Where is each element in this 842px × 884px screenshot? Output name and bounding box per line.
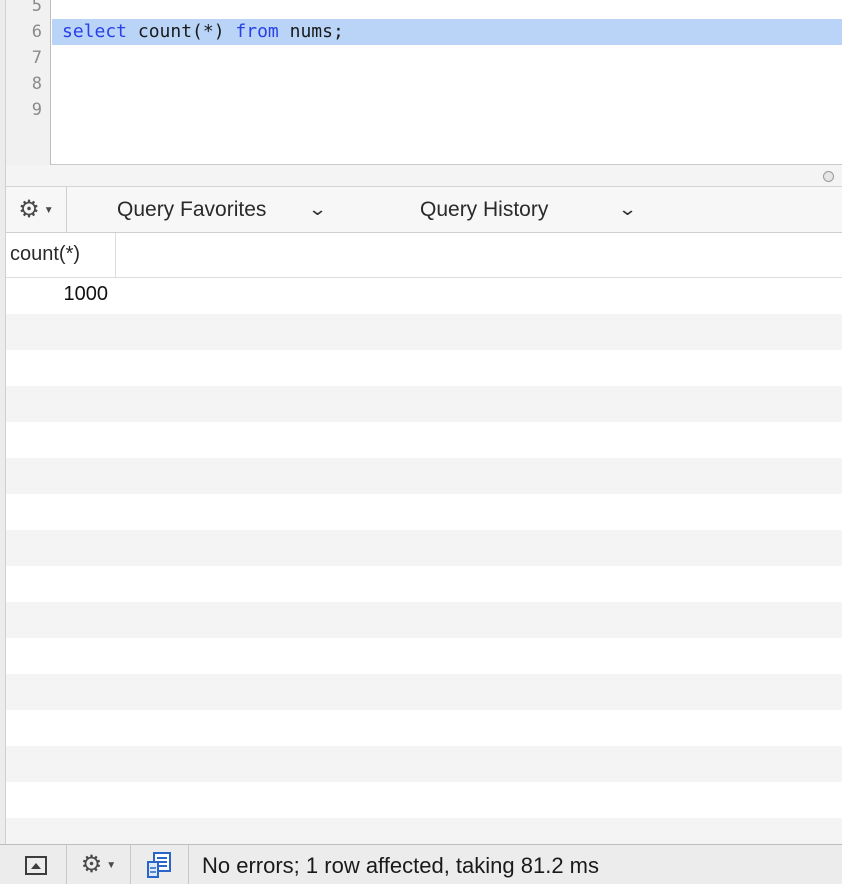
- table-row[interactable]: [6, 350, 842, 386]
- app-window: 5 6 7 8 9 select count(*) from nums; ⚙ ▼ Que…: [0, 0, 842, 884]
- query-history-label: Query History: [420, 198, 549, 221]
- results-grid[interactable]: count(*) 1000: [6, 233, 842, 844]
- table-row[interactable]: [6, 422, 842, 458]
- line-number: 6: [31, 22, 42, 42]
- sql-keyword: select: [62, 21, 128, 42]
- query-favorites-label: Query Favorites: [117, 198, 267, 221]
- panel-toggle-icon: [25, 855, 47, 875]
- console-log-button[interactable]: [131, 845, 189, 884]
- line-number-gutter: 5 6 7 8 9: [6, 0, 51, 165]
- splitter-handle[interactable]: [823, 171, 834, 182]
- code-line[interactable]: [52, 45, 842, 71]
- line-number: 5: [31, 0, 42, 16]
- sql-text: count(*): [127, 21, 236, 42]
- code-line[interactable]: select count(*) from nums;: [52, 19, 842, 45]
- line-number: 9: [31, 100, 42, 120]
- status-message: No errors; 1 row affected, taking 81.2 m…: [202, 853, 599, 878]
- code-line[interactable]: [52, 97, 842, 123]
- table-row[interactable]: [6, 746, 842, 782]
- sql-text: nums;: [278, 21, 344, 42]
- chevron-down-icon[interactable]: ⌄: [618, 199, 638, 220]
- table-row[interactable]: [6, 386, 842, 422]
- toggle-panel-button[interactable]: [6, 845, 67, 884]
- table-row[interactable]: [6, 314, 842, 350]
- table-row[interactable]: [6, 674, 842, 710]
- gear-icon: ⚙: [80, 851, 103, 878]
- table-row[interactable]: [6, 638, 842, 674]
- table-row[interactable]: 1000: [6, 278, 842, 314]
- table-row[interactable]: [6, 602, 842, 638]
- console-log-icon: [146, 852, 171, 878]
- status-bar: ⚙ ▼ No errors; 1 row affected, taking 81…: [0, 844, 842, 884]
- table-row[interactable]: [6, 530, 842, 566]
- table-row[interactable]: [6, 566, 842, 602]
- table-row[interactable]: [6, 710, 842, 746]
- code-line[interactable]: [52, 0, 842, 19]
- table-row[interactable]: [6, 818, 842, 844]
- table-row[interactable]: [6, 458, 842, 494]
- code-line[interactable]: [52, 71, 842, 97]
- dropdown-triangle-icon: ▼: [43, 204, 54, 216]
- column-header-count[interactable]: count(*): [6, 233, 116, 278]
- table-cell[interactable]: 1000: [6, 278, 109, 314]
- gear-icon: ⚙: [18, 196, 40, 223]
- line-number: 7: [31, 48, 42, 68]
- chevron-down-icon[interactable]: ⌄: [308, 199, 328, 220]
- query-editor[interactable]: 5 6 7 8 9 select count(*) from nums;: [6, 0, 842, 165]
- table-row[interactable]: [6, 782, 842, 818]
- query-actions-button[interactable]: ⚙ ▼: [6, 187, 67, 233]
- dropdown-triangle-icon: ▼: [106, 859, 117, 871]
- results-header: count(*): [6, 233, 842, 278]
- editor-results-splitter[interactable]: [6, 165, 842, 187]
- table-row[interactable]: [6, 494, 842, 530]
- status-actions-button[interactable]: ⚙ ▼: [67, 845, 131, 884]
- sql-keyword: from: [235, 21, 279, 42]
- results-rows: 1000: [6, 278, 842, 844]
- query-toolbar: ⚙ ▼ Query Favorites ⌄ Query History ⌄: [6, 187, 842, 233]
- line-number: 8: [31, 74, 42, 94]
